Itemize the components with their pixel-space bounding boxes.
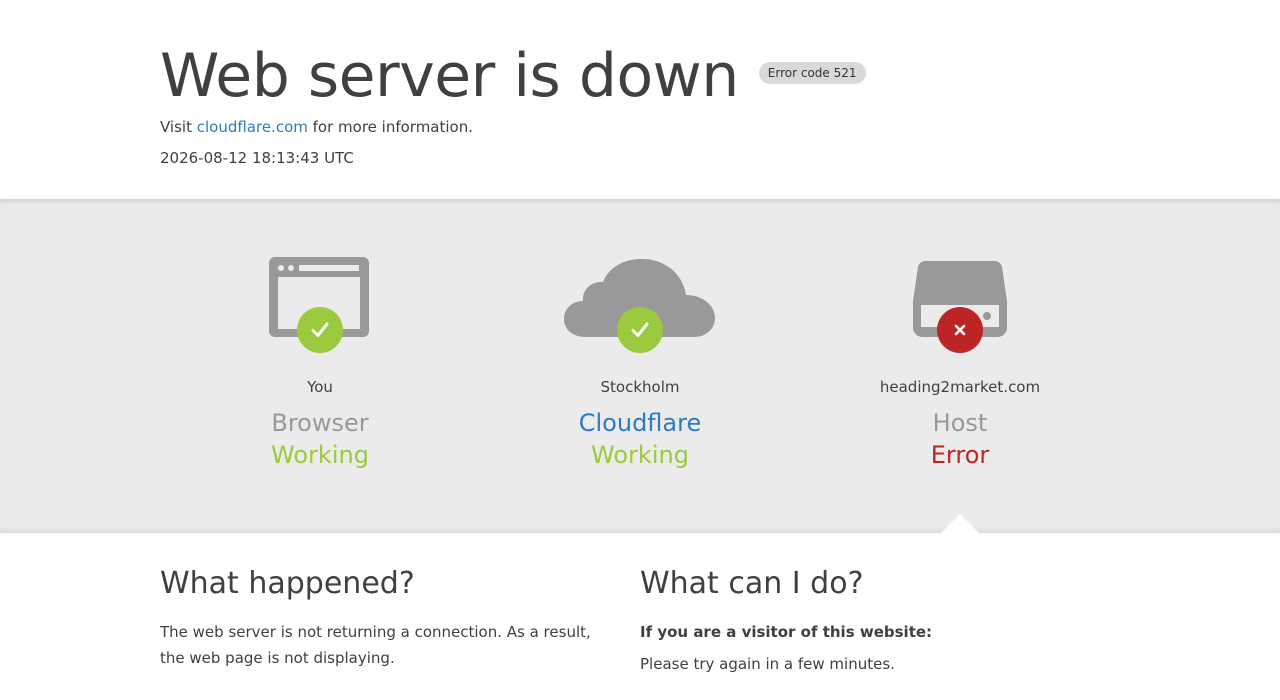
cloudflare-role-link[interactable]: Cloudflare (480, 408, 800, 438)
visitor-body: Please try again in a few minutes. (640, 655, 895, 673)
title-row: Web server is down Error code 521 (160, 40, 866, 112)
details-section: What happened? The web server is not ret… (0, 533, 1280, 700)
error-code-badge: Error code 521 (758, 62, 866, 84)
host-role: Host (932, 409, 988, 437)
browser-status-badge (297, 307, 343, 353)
cloudflare-status-badge (617, 307, 663, 353)
check-icon (631, 322, 649, 337)
cloudflare-location: Stockholm (600, 378, 680, 396)
visitor-heading: If you are a visitor of this website: (640, 623, 933, 641)
status-band: You Browser Working Stockholm Cloudflare… (0, 199, 1280, 534)
page-title: Web server is down (160, 41, 739, 111)
timestamp: 2026-08-12 18:13:43 UTC (160, 149, 354, 167)
status-host: heading2market.com Host Error (800, 199, 1120, 533)
visit-suffix: for more information. (307, 118, 473, 136)
host-location: heading2market.com (879, 378, 1041, 396)
what-happened-section: What happened? The web server is not ret… (160, 563, 600, 671)
cloudflare-link[interactable]: cloudflare.com (197, 118, 308, 136)
visit-prefix: Visit (160, 118, 197, 136)
header-section: Web server is down Error code 521 Visit … (0, 0, 1280, 199)
check-icon (311, 322, 329, 337)
what-happened-title: What happened? (160, 566, 415, 601)
visit-line: Visit cloudflare.com for more informatio… (160, 117, 473, 137)
browser-location: You (307, 378, 333, 396)
what-can-i-do-title: What can I do? (640, 566, 864, 601)
error-pointer-arrow (940, 514, 980, 534)
status-cloudflare: Stockholm Cloudflare Working (480, 199, 800, 533)
status-browser: You Browser Working (160, 199, 480, 533)
cloudflare-state: Working (591, 441, 689, 469)
host-status-badge (937, 307, 983, 353)
what-can-i-do-section: What can I do? If you are a visitor of t… (640, 563, 1080, 677)
what-happened-body: The web server is not returning a connec… (160, 623, 591, 667)
host-state: Error (930, 441, 990, 469)
browser-state: Working (271, 441, 369, 469)
browser-role: Browser (271, 409, 369, 437)
x-icon (954, 324, 966, 336)
